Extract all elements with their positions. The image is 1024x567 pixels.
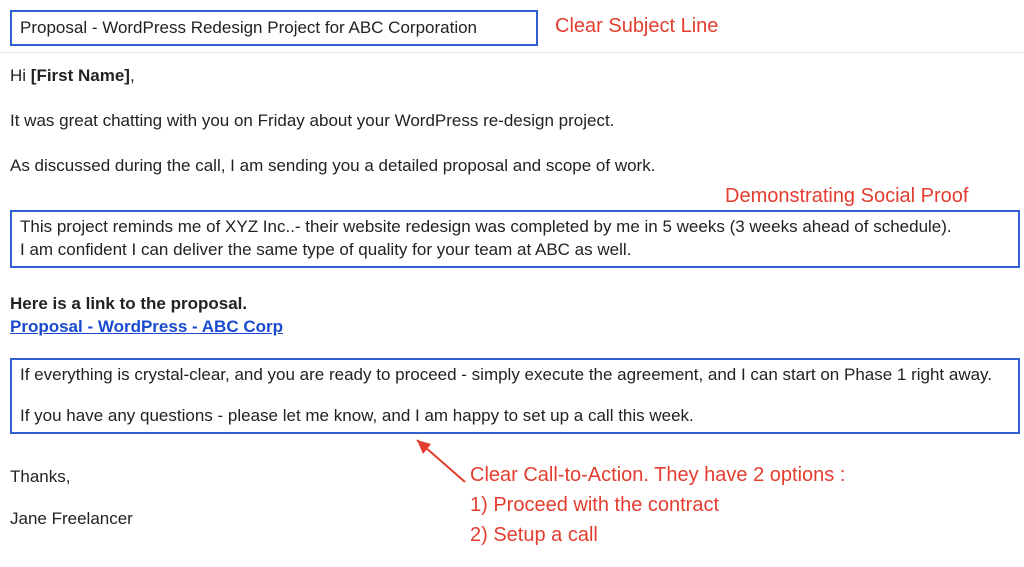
email-template: Proposal - WordPress Redesign Project fo… (0, 0, 1024, 567)
social-proof-line: This project reminds me of XYZ Inc..- th… (20, 216, 1010, 239)
email-greeting: Hi [First Name], (10, 65, 135, 88)
cta-line: If everything is crystal-clear, and you … (20, 364, 1010, 387)
social-proof-box: This project reminds me of XYZ Inc..- th… (10, 210, 1020, 268)
email-body-line: As discussed during the call, I am sendi… (10, 155, 655, 178)
email-body-line: It was great chatting with you on Friday… (10, 110, 614, 133)
annotation-cta: 2) Setup a call (470, 524, 598, 547)
annotation-arrow-icon (405, 432, 475, 492)
email-subject-box: Proposal - WordPress Redesign Project fo… (10, 10, 538, 46)
cta-line: If you have any questions - please let m… (20, 405, 1010, 428)
proposal-intro: Here is a link to the proposal. (10, 293, 247, 316)
greeting-prefix: Hi (10, 66, 31, 85)
annotation-subject: Clear Subject Line (555, 15, 718, 38)
annotation-cta: 1) Proceed with the contract (470, 494, 719, 517)
proposal-link[interactable]: Proposal - WordPress - ABC Corp (10, 317, 283, 336)
email-subject: Proposal - WordPress Redesign Project fo… (20, 18, 477, 37)
annotation-social-proof: Demonstrating Social Proof (725, 185, 968, 208)
divider (0, 52, 1024, 53)
annotation-cta: Clear Call-to-Action. They have 2 option… (470, 464, 845, 487)
email-signature: Jane Freelancer (10, 508, 133, 531)
cta-box: If everything is crystal-clear, and you … (10, 358, 1020, 434)
email-signoff: Thanks, (10, 466, 70, 489)
social-proof-line: I am confident I can deliver the same ty… (20, 239, 1010, 262)
greeting-suffix: , (130, 66, 135, 85)
greeting-name: [First Name] (31, 66, 130, 85)
